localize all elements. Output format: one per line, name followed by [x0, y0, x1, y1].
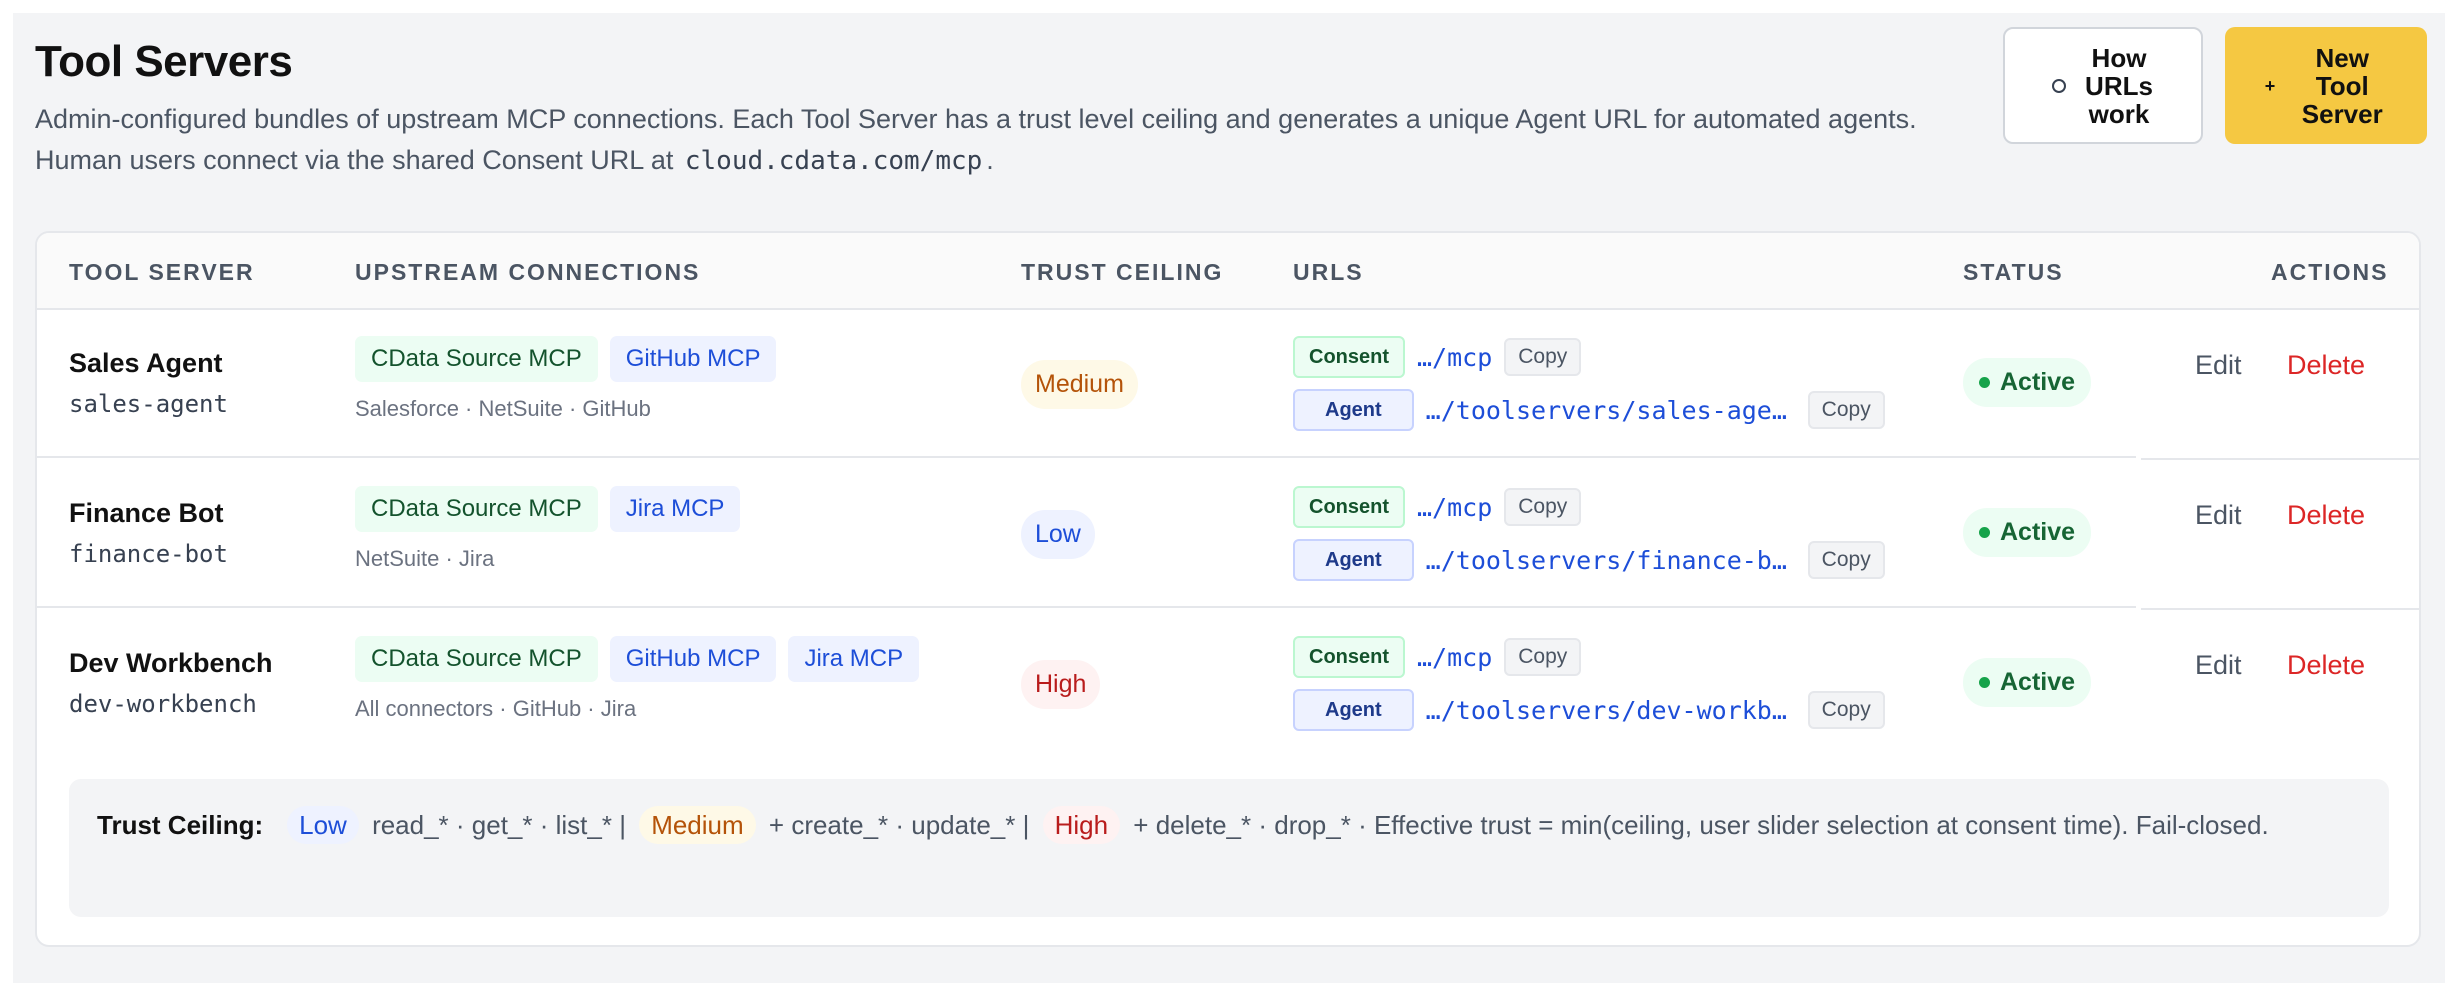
- copy-consent-url-button[interactable]: Copy: [1504, 638, 1582, 676]
- column-header-status: STATUS: [1963, 259, 2064, 285]
- agent-url-line: Agent …/toolservers/dev-workbe… Copy: [1293, 689, 1885, 731]
- connection-chip: GitHub MCP: [609, 336, 777, 382]
- connection-chip: CData Source MCP: [355, 336, 598, 382]
- connection-chip: CData Source MCP: [355, 636, 598, 682]
- connection-chip: Jira MCP: [788, 636, 920, 682]
- copy-consent-url-button[interactable]: Copy: [1504, 338, 1582, 376]
- connection-chips: CData Source MCP GitHub MCP Jira MCP: [355, 636, 920, 682]
- status-label: Active: [2000, 368, 2076, 396]
- table-header: TOOL SERVER UPSTREAM CONNECTIONS TRUST C…: [37, 233, 2419, 310]
- agent-url-line: Agent …/toolservers/finance-bot Copy: [1293, 539, 1885, 581]
- status-dot-icon: [1979, 677, 1990, 688]
- how-urls-work-label: How URLs work: [2085, 42, 2153, 129]
- tool-server-slug: finance-bot: [69, 540, 228, 568]
- connection-chip: GitHub MCP: [609, 636, 777, 682]
- edit-button[interactable]: Edit: [2195, 350, 2242, 381]
- copy-consent-url-button[interactable]: Copy: [1504, 488, 1582, 526]
- agent-tag: Agent: [1293, 539, 1414, 581]
- page: Tool Servers Admin-configured bundles of…: [13, 13, 2445, 983]
- status-dot-icon: [1979, 527, 1990, 538]
- agent-url-line: Agent …/toolservers/sales-agent Copy: [1293, 389, 1885, 431]
- column-header-urls: URLS: [1293, 259, 1364, 285]
- status-badge: Active: [1963, 358, 2092, 407]
- trust-ceiling-legend: Trust Ceiling: Low read_* · get_* · list_…: [69, 779, 2389, 917]
- legend-low-text: read_* · get_* · list_* |: [372, 810, 626, 840]
- tool-servers-table: TOOL SERVER UPSTREAM CONNECTIONS TRUST C…: [35, 231, 2421, 947]
- how-urls-work-button[interactable]: How URLs work: [2003, 27, 2203, 144]
- connection-sources: All connectors · GitHub · Jira: [355, 696, 637, 721]
- copy-agent-url-button[interactable]: Copy: [1807, 691, 1885, 729]
- connection-chip: CData Source MCP: [355, 486, 598, 532]
- column-header-trust-ceiling: TRUST CEILING: [1021, 259, 1224, 285]
- connection-sources: NetSuite · Jira: [355, 546, 495, 571]
- consent-url[interactable]: …/mcp: [1417, 643, 1492, 672]
- agent-tag: Agent: [1293, 389, 1414, 431]
- agent-url[interactable]: …/toolservers/sales-agent: [1426, 396, 1796, 425]
- agent-tag: Agent: [1293, 689, 1414, 731]
- consent-tag: Consent: [1293, 486, 1405, 528]
- edit-button[interactable]: Edit: [2195, 650, 2242, 681]
- table-row: Dev Workbench dev-workbench CData Source…: [37, 610, 2419, 758]
- page-description: Admin-configured bundles of upstream MCP…: [35, 99, 1985, 182]
- consent-url-line: Consent …/mcp Copy: [1293, 636, 1582, 678]
- tool-server-name: Sales Agent: [69, 348, 223, 378]
- trust-ceiling-badge: Low: [1021, 510, 1095, 559]
- new-tool-server-label: New Tool Server: [2301, 42, 2383, 129]
- status-label: Active: [2000, 668, 2076, 696]
- consent-url[interactable]: …/mcp: [1417, 493, 1492, 522]
- consent-tag: Consent: [1293, 336, 1405, 378]
- consent-url[interactable]: …/mcp: [1417, 343, 1492, 372]
- legend-low-badge: Low: [287, 806, 359, 844]
- legend-high-text: + delete_* · drop_* · Effective trust = …: [1133, 810, 2269, 840]
- consent-url-line: Consent …/mcp Copy: [1293, 486, 1582, 528]
- copy-agent-url-button[interactable]: Copy: [1807, 391, 1885, 429]
- status-label: Active: [2000, 518, 2076, 546]
- copy-agent-url-button[interactable]: Copy: [1807, 541, 1885, 579]
- row-divider: [37, 456, 2136, 458]
- delete-button[interactable]: Delete: [2287, 500, 2365, 531]
- connection-chips: CData Source MCP GitHub MCP: [355, 336, 777, 382]
- tool-server-name: Dev Workbench: [69, 648, 273, 678]
- legend-medium-text: + create_* · update_* |: [768, 810, 1030, 840]
- page-title: Tool Servers: [35, 37, 293, 86]
- connection-sources: Salesforce · NetSuite · GitHub: [355, 396, 651, 421]
- new-tool-server-button[interactable]: + New Tool Server: [2225, 27, 2427, 144]
- agent-url[interactable]: …/toolservers/finance-bot: [1426, 546, 1796, 575]
- tool-server-slug: sales-agent: [69, 390, 228, 418]
- agent-url[interactable]: …/toolservers/dev-workbe…: [1426, 696, 1796, 725]
- consent-url-line: Consent …/mcp Copy: [1293, 336, 1582, 378]
- status-badge: Active: [1963, 508, 2092, 557]
- column-header-tool-server: TOOL SERVER: [69, 259, 255, 285]
- connection-chips: CData Source MCP Jira MCP: [355, 486, 741, 532]
- edit-button[interactable]: Edit: [2195, 500, 2242, 531]
- consent-url-code: cloud.cdata.com/mcp: [684, 146, 983, 176]
- tool-server-name: Finance Bot: [69, 498, 224, 528]
- column-header-actions: ACTIONS: [2271, 259, 2389, 285]
- table-row: Finance Bot finance-bot CData Source MCP…: [37, 460, 2419, 610]
- connection-chip: Jira MCP: [609, 486, 741, 532]
- legend-medium-badge: Medium: [639, 806, 756, 844]
- status-dot-icon: [1979, 377, 1990, 388]
- delete-button[interactable]: Delete: [2287, 350, 2365, 381]
- delete-button[interactable]: Delete: [2287, 650, 2365, 681]
- description-end: .: [986, 145, 994, 175]
- column-header-upstream-connections: UPSTREAM CONNECTIONS: [355, 259, 701, 285]
- plus-icon: +: [2264, 75, 2276, 96]
- row-divider: [37, 606, 2136, 608]
- legend-label: Trust Ceiling:: [97, 810, 264, 840]
- info-circle-icon: [2052, 78, 2066, 93]
- trust-ceiling-badge: High: [1021, 660, 1101, 709]
- tool-server-slug: dev-workbench: [69, 690, 257, 718]
- status-badge: Active: [1963, 658, 2092, 707]
- legend-high-badge: High: [1042, 806, 1121, 844]
- table-row: Sales Agent sales-agent CData Source MCP…: [37, 310, 2419, 460]
- trust-ceiling-badge: Medium: [1021, 360, 1138, 409]
- consent-tag: Consent: [1293, 636, 1405, 678]
